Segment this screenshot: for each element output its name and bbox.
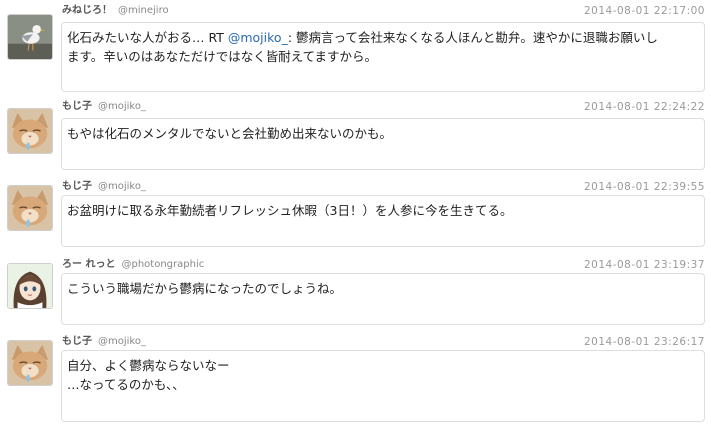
avatar[interactable] [7,108,53,154]
avatar[interactable] [7,263,53,309]
avatar[interactable] [7,185,53,231]
display-name-text: もじ子 [62,181,92,192]
tweet-bubble: 化石みたいな人がおる… RT @mojiko_: 鬱病言って会社来なくなる人ほん… [61,22,705,92]
tweet-bubble: 自分、よく鬱病ならないなー …なってるのかも、、 [61,350,705,422]
anime-girl-avatar-icon [8,264,52,308]
tweet-bubble: もやは化石のメンタルでないと会社勤め出来ないのかも。 [61,118,705,170]
tweet-text: 化石みたいな人がおる… RT [67,30,228,45]
tweet-bubble: お盆明けに取る永年勤続者リフレッシュ休暇（3日！）を人参に今を生きてる。 [61,195,705,247]
avatar[interactable] [7,14,53,60]
tweet-text-line: 自分、よく鬱病ならないなー [67,358,230,373]
tweet-timestamp[interactable]: 2014-08-01 22:39:55 [584,180,705,194]
tweet-text-line: もやは化石のメンタルでないと会社勤め出来ないのかも。 [67,126,393,141]
user-display-name[interactable]: もじ子 @mojiko_ [62,335,146,349]
user-display-name[interactable]: みねじろ！ @minejiro [62,4,169,18]
user-handle[interactable]: @mojiko_ [98,101,146,112]
tweet-text: : 鬱病言って会社来なくなる人ほんと勘弁。速やかに退職お願いし [287,30,658,45]
user-handle[interactable]: @mojiko_ [98,181,146,192]
user-handle[interactable]: @minejiro [118,5,169,16]
cat-avatar-icon [8,186,52,230]
tweet-text-line: …なってるのかも、、 [67,377,185,392]
display-name-text: もじ子 [62,101,92,112]
user-handle[interactable]: @mojiko_ [98,336,146,347]
user-display-name[interactable]: もじ子 @mojiko_ [62,100,146,114]
seagull-avatar-icon [8,15,52,59]
avatar[interactable] [7,340,53,386]
display-name-text: ろー れっと [62,259,116,270]
tweet-bubble: こういう職場だから鬱病になったのでしょうね。 [61,273,705,325]
tweet-text-line: こういう職場だから鬱病になったのでしょうね。 [67,281,343,296]
user-display-name[interactable]: ろー れっと @photongraphic [62,258,204,272]
mention-link[interactable]: @mojiko_ [228,30,288,45]
cat-avatar-icon [8,109,52,153]
tweet-text-line: お盆明けに取る永年勤続者リフレッシュ休暇（3日！）を人参に今を生きてる。 [67,203,513,218]
tweet-timestamp[interactable]: 2014-08-01 23:26:17 [584,335,705,349]
tweet-timestamp[interactable]: 2014-08-01 22:17:00 [584,4,705,18]
tweet-text-line: ます。辛いのはあなただけではなく皆耐えてますから。 [67,49,378,64]
tweet-text-line: 化石みたいな人がおる… RT @mojiko_: 鬱病言って会社来なくなる人ほん… [67,28,699,47]
tweet-timestamp[interactable]: 2014-08-01 23:19:37 [584,258,705,272]
tweet-timestamp[interactable]: 2014-08-01 22:24:22 [584,100,705,114]
display-name-text: みねじろ！ [62,5,112,16]
display-name-text: もじ子 [62,336,92,347]
user-handle[interactable]: @photongraphic [121,259,204,270]
user-display-name[interactable]: もじ子 @mojiko_ [62,180,146,194]
cat-avatar-icon [8,341,52,385]
